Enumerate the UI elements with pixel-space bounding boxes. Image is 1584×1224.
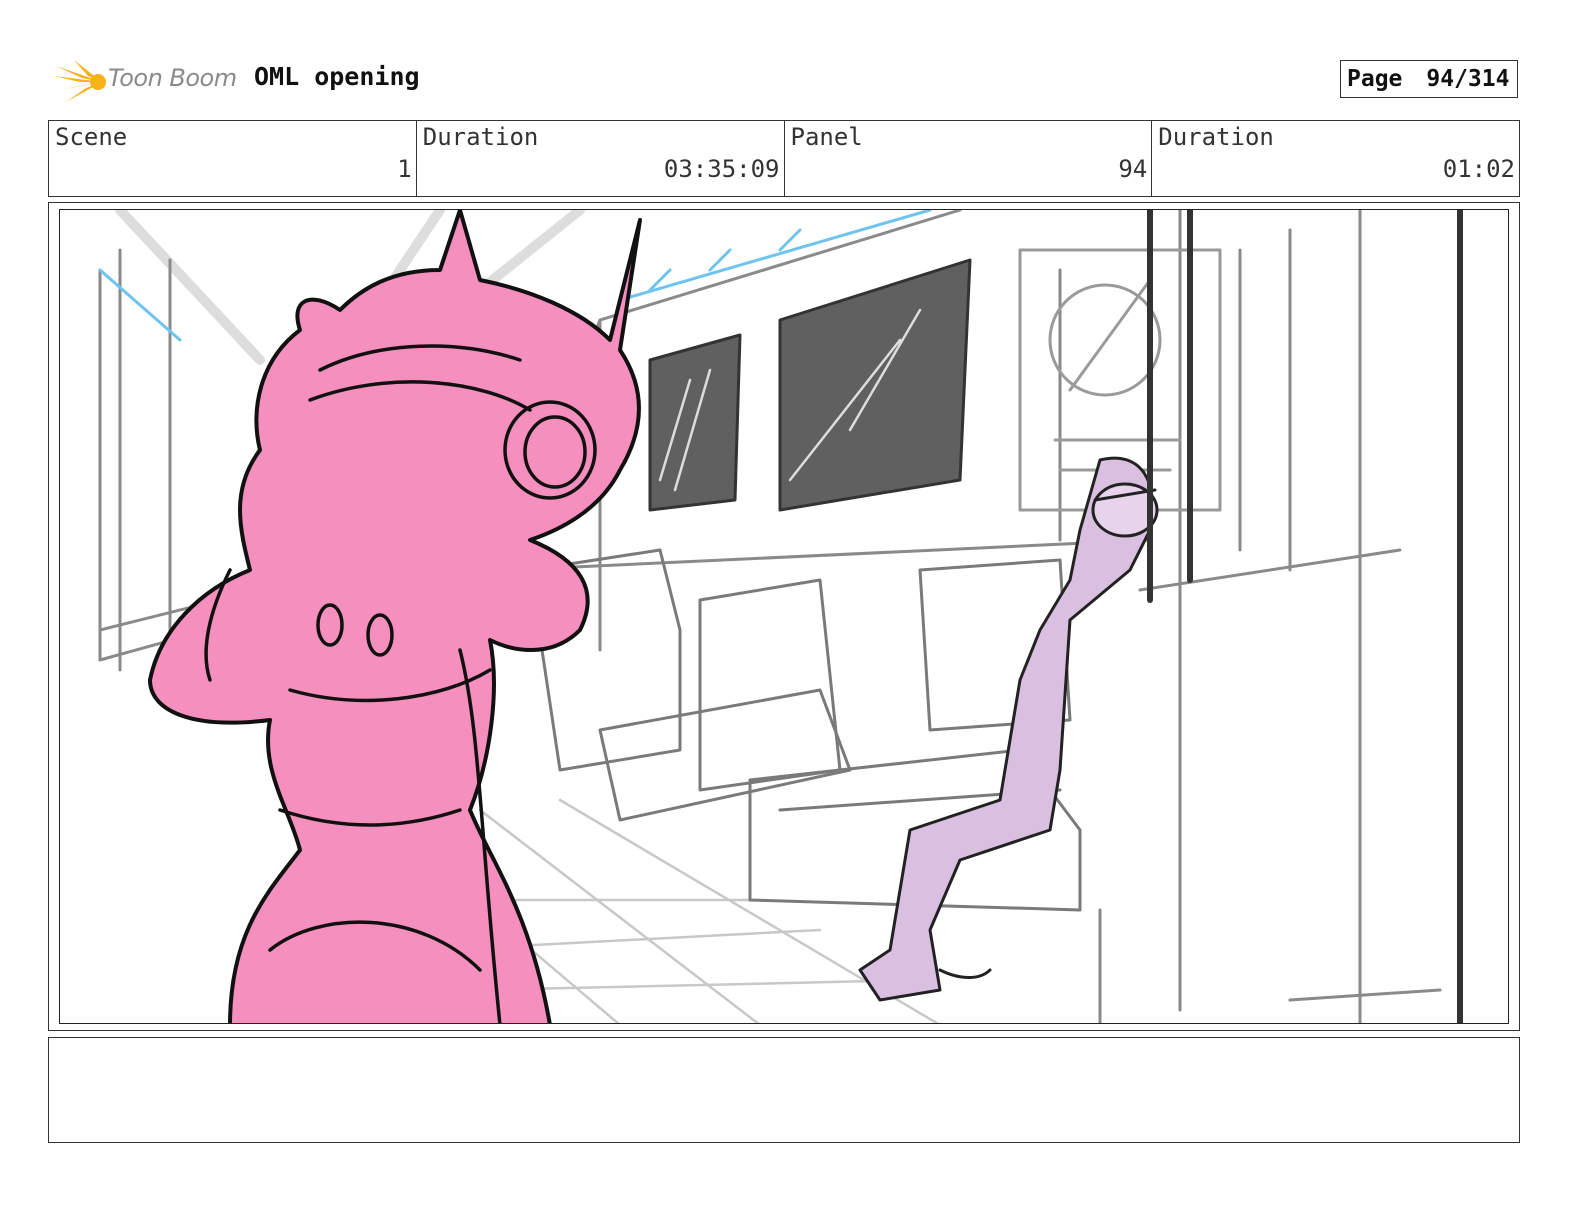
panel-notes [48,1037,1520,1143]
storyboard-panel [59,209,1509,1024]
train-windows [648,258,972,512]
page-number: 94/314 [1426,66,1510,92]
panel-duration-label: Duration [1158,123,1274,151]
train-seats [528,548,1082,912]
panel-duration-value: 01:02 [1442,155,1515,183]
page-label: Page [1347,66,1403,92]
seated-passenger [858,456,1159,1002]
scene-label: Scene [55,123,128,151]
panel-duration-cell: Duration 01:02 [1152,121,1519,196]
info-bar: Scene 1 Duration 03:35:09 Panel 94 Durat… [48,120,1520,197]
panel-cell: Panel 94 [785,121,1153,196]
pink-character [148,210,642,1023]
scene-duration-cell: Duration 03:35:09 [417,121,785,196]
scene-cell: Scene 1 [49,121,417,196]
logo-text: Toon Boom [108,64,237,92]
panel-label: Panel [790,123,863,151]
page-indicator: Page 94/314 [1340,60,1518,98]
panel-value: 94 [1118,155,1148,183]
scene-duration-label: Duration [422,123,539,151]
scene-value: 1 [397,155,412,183]
storyboard-sketch [98,210,1463,1023]
scene-duration-value: 03:35:09 [663,155,780,183]
foreground-pole [1147,210,1463,1023]
page-header: Toon Boom OML opening Page 94/314 [48,56,1536,106]
project-title: OML opening [254,62,420,91]
toon-boom-logo: Toon Boom [52,58,252,104]
starburst-icon [54,60,106,102]
panel-frame [48,202,1520,1031]
